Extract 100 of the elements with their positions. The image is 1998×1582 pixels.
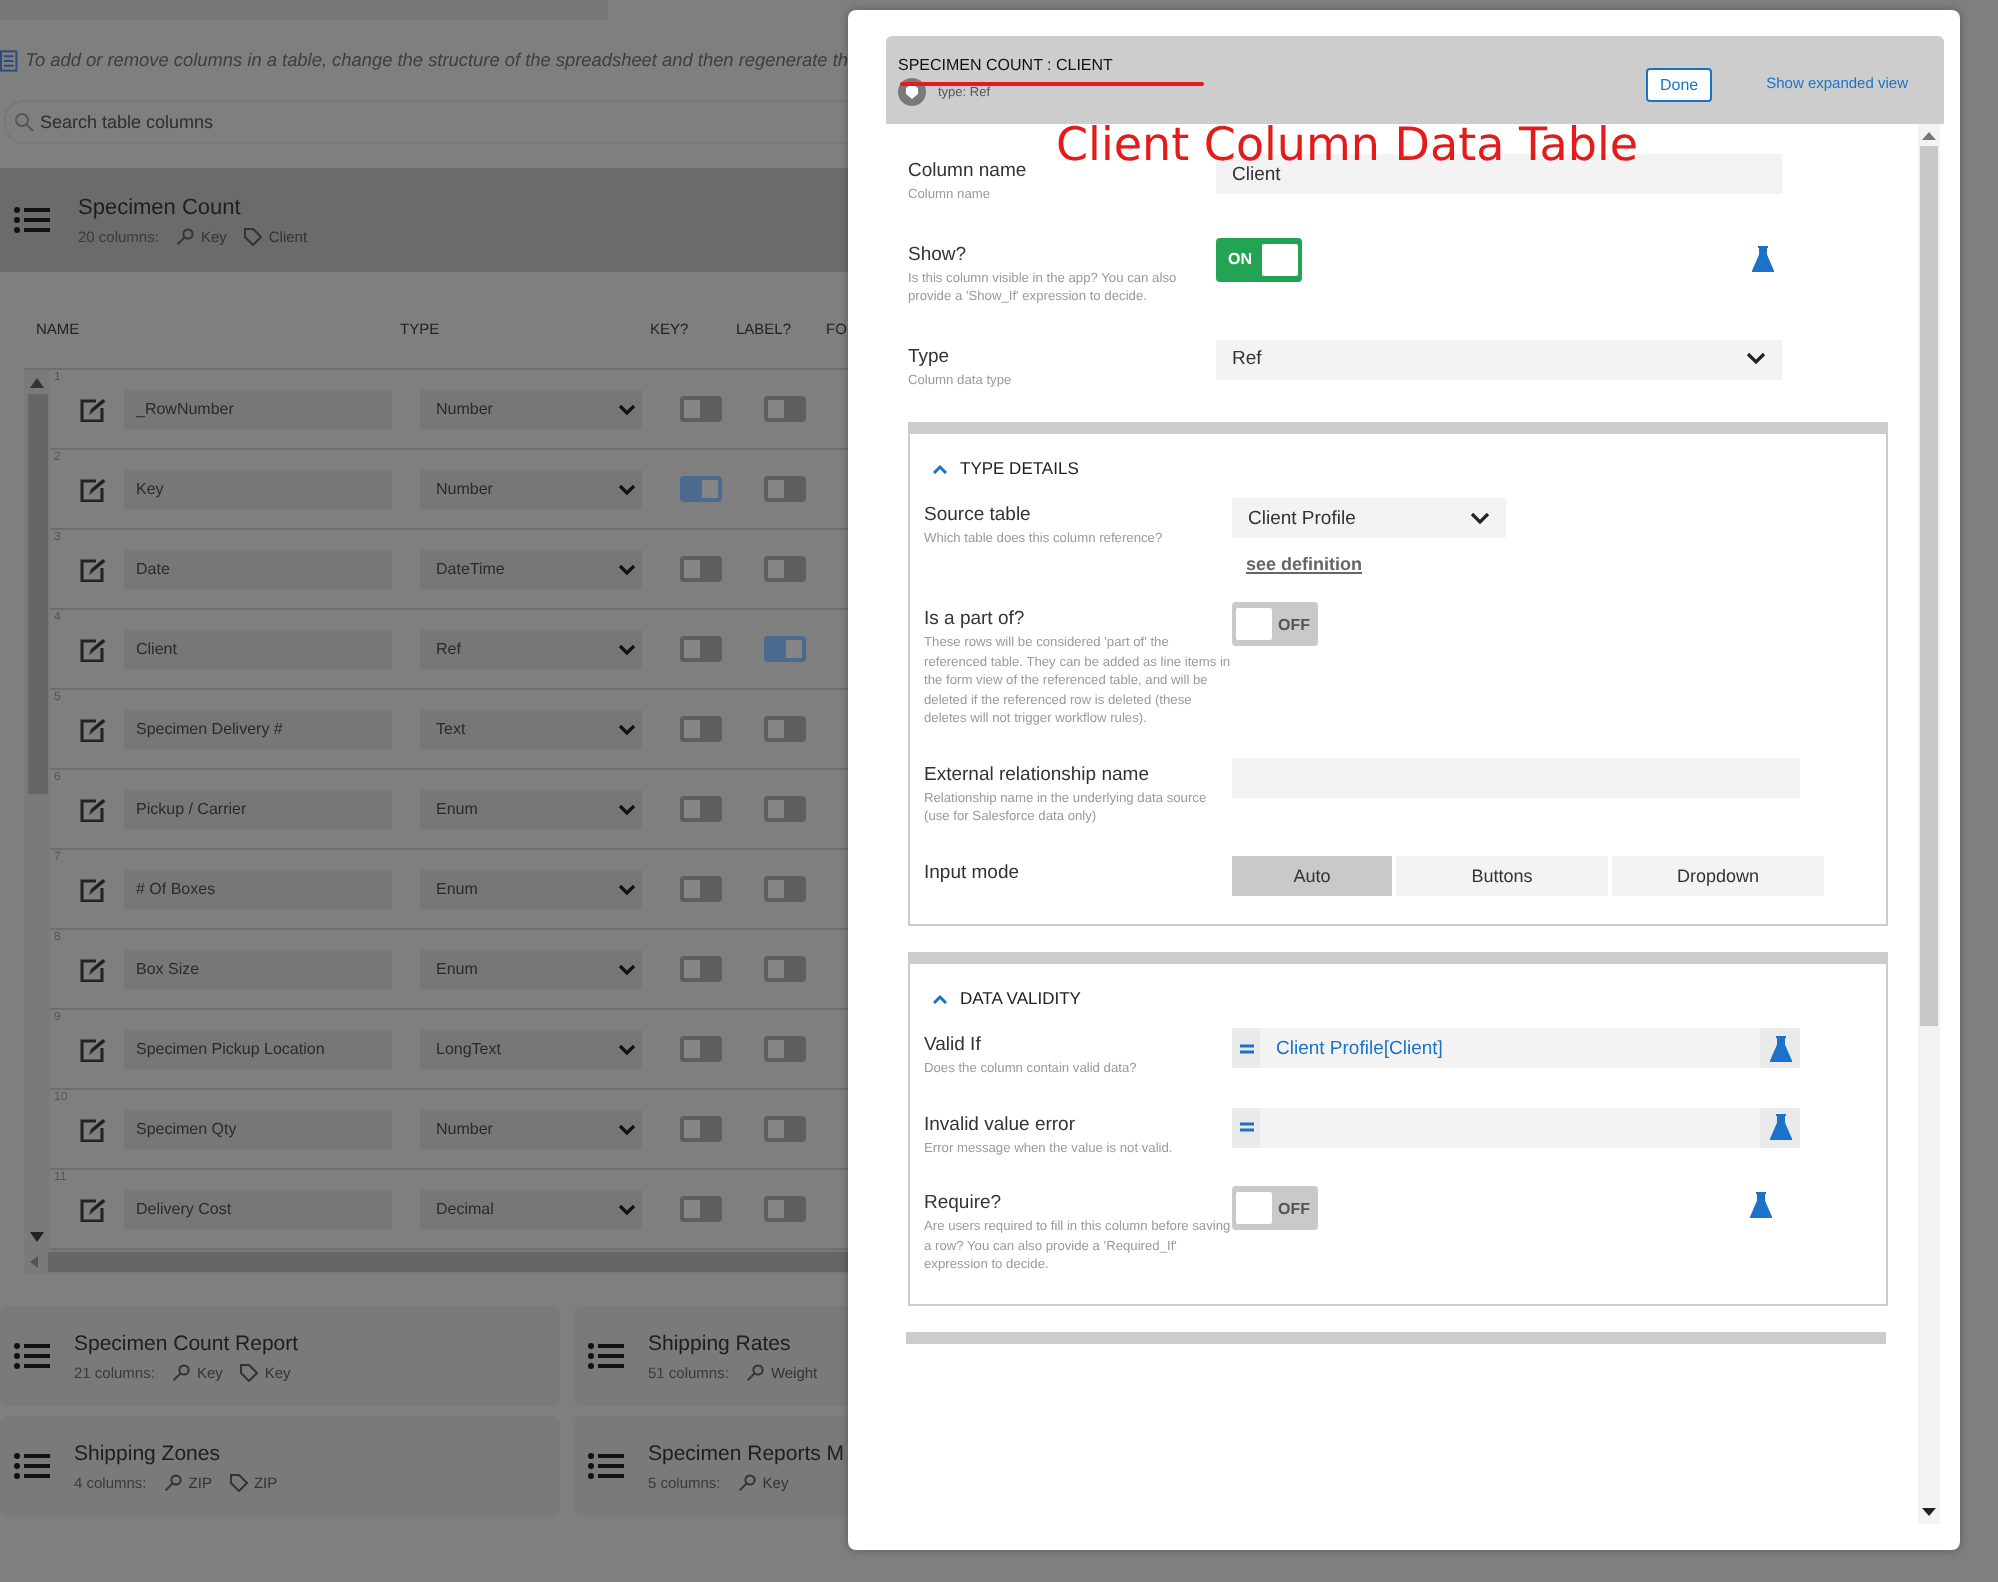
label-toggle[interactable]	[764, 396, 806, 422]
label-toggle[interactable]	[764, 556, 806, 582]
scrollbar[interactable]	[1918, 124, 1940, 1524]
key-toggle[interactable]	[680, 956, 722, 982]
type-select[interactable]: Ref	[1216, 339, 1782, 380]
toggle-switch[interactable]: ON	[1216, 237, 1302, 282]
type-select[interactable]: Text	[420, 709, 642, 749]
type-select[interactable]: LongText	[420, 1029, 642, 1069]
flask-icon[interactable]	[1769, 1035, 1791, 1062]
scroll-left-icon[interactable]	[30, 1256, 38, 1268]
section-title[interactable]: TYPE DETAILS	[960, 458, 1079, 479]
column-name-field[interactable]: Key	[124, 469, 392, 509]
chevron-icon[interactable]	[932, 993, 948, 1004]
list-icon	[588, 1452, 624, 1480]
input-mode-option[interactable]: Buttons	[1396, 856, 1608, 897]
edit-icon[interactable]	[80, 717, 106, 741]
column-name-field[interactable]: Specimen Delivery #	[124, 709, 392, 749]
edit-icon[interactable]	[80, 397, 106, 421]
key-toggle[interactable]	[680, 1036, 722, 1062]
caret-icon	[618, 723, 636, 735]
scroll-up-icon[interactable]	[30, 378, 44, 388]
label-toggle[interactable]	[764, 1196, 806, 1222]
see-definition-link[interactable]: see definition	[1246, 554, 1506, 575]
table-name: Specimen Count	[78, 195, 243, 219]
input-mode-option[interactable]: Dropdown	[1612, 856, 1824, 897]
column-name-field[interactable]: _RowNumber	[124, 389, 392, 429]
key-icon	[176, 227, 195, 245]
column-name-field[interactable]: # Of Boxes	[124, 869, 392, 909]
edit-icon[interactable]	[80, 797, 106, 821]
type-select[interactable]: Enum	[420, 789, 642, 829]
caret-icon	[618, 643, 636, 655]
document-icon	[0, 49, 18, 71]
chevron-icon[interactable]	[932, 463, 948, 474]
caret-icon	[1470, 511, 1490, 526]
flask-icon[interactable]	[1769, 1114, 1791, 1141]
key-toggle[interactable]	[680, 636, 722, 662]
field-label: Require?	[924, 1192, 1004, 1215]
scrollbar[interactable]	[24, 1250, 848, 1274]
key-toggle[interactable]	[680, 556, 722, 582]
edit-icon[interactable]	[80, 637, 106, 661]
scroll-down-icon[interactable]	[1922, 1508, 1936, 1516]
edit-icon[interactable]	[80, 877, 106, 901]
list-icon	[588, 1342, 624, 1370]
type-select[interactable]: Number	[420, 469, 642, 509]
toggle-switch[interactable]: OFF	[1232, 1186, 1318, 1231]
type-select[interactable]: Ref	[420, 629, 642, 669]
column-name-field[interactable]: Specimen Qty	[124, 1109, 392, 1149]
edit-icon[interactable]	[80, 1117, 106, 1141]
equals-icon	[1239, 1122, 1253, 1133]
done-button[interactable]: Done	[1645, 68, 1713, 102]
key-toggle[interactable]	[680, 1196, 722, 1222]
label-toggle[interactable]	[764, 876, 806, 902]
column-name-field[interactable]: Box Size	[124, 949, 392, 989]
formula-field[interactable]: Client Profile[Client]	[1232, 1028, 1800, 1069]
edit-icon[interactable]	[80, 1197, 106, 1221]
column-name-field[interactable]: Client	[124, 629, 392, 669]
field-label: Invalid value error	[924, 1113, 1078, 1136]
info-text: To add or remove columns in a table, change the structure of the spreadsheet and then regenerate th	[25, 50, 848, 70]
flask-icon[interactable]	[1752, 245, 1774, 272]
toggle-switch[interactable]: OFF	[1232, 602, 1318, 647]
input-mode-option[interactable]: Auto	[1232, 856, 1392, 897]
section-title[interactable]: DATA VALIDITY	[960, 988, 1081, 1009]
type-select[interactable]: DateTime	[420, 549, 642, 589]
label-toggle[interactable]	[764, 476, 806, 502]
type-select[interactable]: Enum	[420, 949, 642, 989]
caret-icon	[618, 803, 636, 815]
search-field[interactable]: Search table columns	[4, 100, 848, 144]
caret-icon	[618, 1043, 636, 1055]
formula-value: Client Profile[Client]	[1274, 1037, 1445, 1060]
column-name-field[interactable]: Delivery Cost	[124, 1189, 392, 1229]
type-select[interactable]: Number	[420, 389, 642, 429]
key-toggle[interactable]	[680, 1116, 722, 1142]
edit-icon[interactable]	[80, 477, 106, 501]
caret-icon	[618, 483, 636, 495]
label-toggle[interactable]	[764, 956, 806, 982]
label-toggle[interactable]	[764, 636, 806, 662]
key-toggle[interactable]	[680, 796, 722, 822]
key-toggle[interactable]	[680, 476, 722, 502]
scroll-up-icon[interactable]	[1922, 132, 1936, 140]
label-toggle[interactable]	[764, 796, 806, 822]
column-name-field[interactable]: Date	[124, 549, 392, 589]
list-icon	[14, 1342, 50, 1370]
key-toggle[interactable]	[680, 716, 722, 742]
type-select[interactable]: Enum	[420, 869, 642, 909]
flask-icon[interactable]	[1750, 1192, 1772, 1219]
formula-field[interactable]	[1232, 1107, 1800, 1148]
key-toggle[interactable]	[680, 876, 722, 902]
column-name-field[interactable]: Specimen Pickup Location	[124, 1029, 392, 1069]
type-select[interactable]: Decimal	[420, 1189, 642, 1229]
column-name-field[interactable]: Pickup / Carrier	[124, 789, 392, 829]
source-table-select[interactable]: Client Profile	[1232, 498, 1506, 539]
label-toggle[interactable]	[764, 1036, 806, 1062]
label-toggle[interactable]	[764, 716, 806, 742]
key-toggle[interactable]	[680, 396, 722, 422]
type-select[interactable]: Number	[420, 1109, 642, 1149]
label-toggle[interactable]	[764, 1116, 806, 1142]
edit-icon[interactable]	[80, 957, 106, 981]
edit-icon[interactable]	[80, 1037, 106, 1061]
scrollbar[interactable]	[24, 370, 50, 1250]
edit-icon[interactable]	[80, 557, 106, 581]
